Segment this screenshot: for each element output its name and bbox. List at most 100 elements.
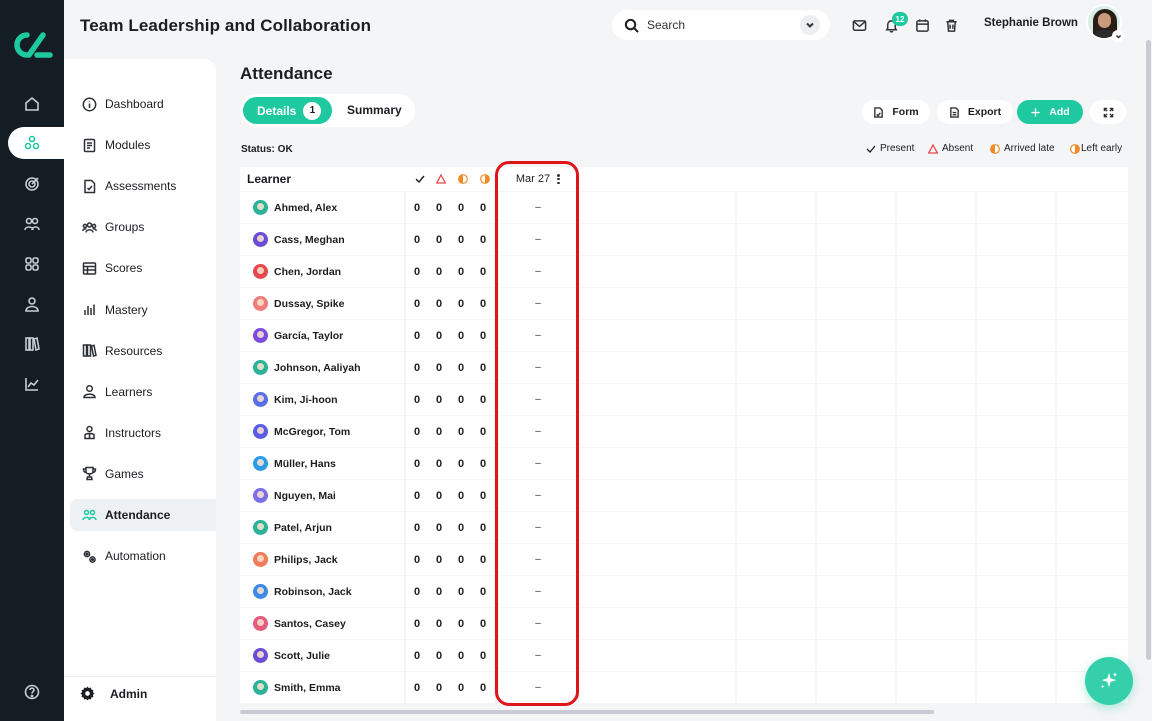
search-bar[interactable] (612, 10, 830, 40)
sidebar-item-groups[interactable]: Groups (70, 211, 216, 243)
help-icon[interactable] (20, 680, 44, 704)
table-row[interactable]: Scott, Julie 0 0 0 0– (240, 640, 1128, 672)
horizontal-scrollbar[interactable] (240, 710, 934, 714)
avatar (253, 552, 268, 567)
sidebar-item-games[interactable]: Games (70, 458, 216, 490)
rail-item-courses[interactable] (8, 127, 68, 159)
table-row[interactable]: Johnson, Aaliyah 0 0 0 0– (240, 352, 1128, 384)
attendance-cell-mar-27[interactable]: – (499, 672, 577, 703)
attendance-cell-mar-27[interactable]: – (499, 480, 577, 511)
form-button[interactable]: Form (862, 100, 930, 124)
more-vertical-icon[interactable] (557, 174, 560, 184)
vertical-scrollbar[interactable] (1146, 40, 1151, 660)
learner-cell[interactable]: Cass, Meghan (240, 224, 404, 255)
learner-cell[interactable]: Johnson, Aaliyah (240, 352, 404, 383)
attendance-cell-empty (579, 352, 657, 383)
table-row[interactable]: Patel, Arjun 0 0 0 0– (240, 512, 1128, 544)
fullscreen-button[interactable] (1090, 100, 1126, 124)
attendance-cell-mar-27[interactable]: – (499, 256, 577, 287)
user-icon[interactable] (20, 292, 44, 316)
tab-summary[interactable]: Summary (347, 103, 402, 117)
attendance-cell-mar-27[interactable]: – (499, 384, 577, 415)
sidebar-item-scores[interactable]: Scores (70, 252, 216, 284)
learner-cell[interactable]: Kim, Ji-hoon (240, 384, 404, 415)
user-name[interactable]: Stephanie Brown (984, 17, 1078, 29)
attendance-cell-mar-27[interactable]: – (499, 352, 577, 383)
attendance-cell-mar-27[interactable]: – (499, 416, 577, 447)
sidebar-item-learners[interactable]: Learners (70, 376, 216, 408)
attendance-cell-mar-27[interactable]: – (499, 224, 577, 255)
attendance-cell-mar-27[interactable]: – (499, 192, 577, 223)
table-row[interactable]: Santos, Casey 0 0 0 0– (240, 608, 1128, 640)
sidebar-item-resources[interactable]: Resources (70, 335, 216, 367)
attendance-cell-mar-27[interactable]: – (499, 512, 577, 543)
users-icon[interactable] (20, 212, 44, 236)
table-row[interactable]: Cass, Meghan 0 0 0 0– (240, 224, 1128, 256)
table-row[interactable]: Chen, Jordan 0 0 0 0– (240, 256, 1128, 288)
table-row[interactable]: Kim, Ji-hoon 0 0 0 0– (240, 384, 1128, 416)
calendar-icon[interactable] (913, 16, 931, 34)
table-row[interactable]: Nguyen, Mai 0 0 0 0– (240, 480, 1128, 512)
library-icon[interactable] (20, 332, 44, 356)
table-row[interactable]: Philips, Jack 0 0 0 0– (240, 544, 1128, 576)
table-row[interactable]: García, Taylor 0 0 0 0– (240, 320, 1128, 352)
table-row[interactable]: Müller, Hans 0 0 0 0– (240, 448, 1128, 480)
attendance-cell-mar-27[interactable]: – (499, 640, 577, 671)
search-input[interactable] (647, 18, 797, 32)
early-count: 0 (472, 480, 494, 511)
attendance-cell-mar-27[interactable]: – (499, 448, 577, 479)
learner-column-header[interactable]: Learner (247, 172, 291, 186)
attendance-cell-mar-27[interactable]: – (499, 544, 577, 575)
attendance-cell-mar-27[interactable]: – (499, 576, 577, 607)
attendance-cell-empty (817, 576, 895, 607)
learner-cell[interactable]: Chen, Jordan (240, 256, 404, 287)
learner-cell[interactable]: Philips, Jack (240, 544, 404, 575)
sidebar-item-automation[interactable]: Automation (70, 540, 216, 572)
date-column-header[interactable]: Mar 27 (499, 167, 577, 191)
trash-icon[interactable] (942, 16, 960, 34)
sidebar-item-modules[interactable]: Modules (70, 129, 216, 161)
learner-cell[interactable]: Patel, Arjun (240, 512, 404, 543)
table-row[interactable]: Ahmed, Alex 0 0 0 0– (240, 192, 1128, 224)
target-icon[interactable] (20, 172, 44, 196)
app-logo-icon[interactable] (10, 30, 54, 60)
table-row[interactable]: McGregor, Tom 0 0 0 0– (240, 416, 1128, 448)
export-button[interactable]: Export (937, 100, 1013, 124)
learner-cell[interactable]: Ahmed, Alex (240, 192, 404, 223)
attendance-cell-mar-27[interactable]: – (499, 608, 577, 639)
attendance-cell-mar-27[interactable]: – (499, 288, 577, 319)
learner-cell[interactable]: Nguyen, Mai (240, 480, 404, 511)
tab-details[interactable]: Details 1 (243, 97, 332, 124)
sidebar-item-mastery[interactable]: Mastery (70, 294, 216, 326)
home-icon[interactable] (20, 92, 44, 116)
search-scope-dropdown[interactable] (800, 15, 820, 35)
learner-cell[interactable]: Dussay, Spike (240, 288, 404, 319)
learner-cell[interactable]: Santos, Casey (240, 608, 404, 639)
learner-cell[interactable]: García, Taylor (240, 320, 404, 351)
sidebar-item-dashboard[interactable]: Dashboard (70, 88, 216, 120)
attendance-cell-empty (977, 384, 1055, 415)
attendance-cell-empty (817, 320, 895, 351)
admin-button[interactable]: Admin (80, 686, 147, 701)
add-button[interactable]: Add (1017, 100, 1083, 124)
learner-cell[interactable]: Smith, Emma (240, 672, 404, 703)
learner-cell[interactable]: McGregor, Tom (240, 416, 404, 447)
learner-cell[interactable]: Müller, Hans (240, 448, 404, 479)
status-text: Status: OK (241, 144, 293, 155)
learner-cell[interactable]: Robinson, Jack (240, 576, 404, 607)
learner-cell[interactable]: Scott, Julie (240, 640, 404, 671)
table-row[interactable]: Robinson, Jack 0 0 0 0– (240, 576, 1128, 608)
attendance-cell-mar-27[interactable]: – (499, 320, 577, 351)
table-row[interactable]: Smith, Emma 0 0 0 0– (240, 672, 1128, 704)
sidebar-item-assessments[interactable]: Assessments (70, 170, 216, 202)
mail-icon[interactable] (850, 16, 868, 34)
analytics-icon[interactable] (20, 372, 44, 396)
attendance-cell-empty (657, 544, 735, 575)
chevron-down-icon[interactable] (1112, 30, 1124, 42)
ai-assistant-button[interactable] (1085, 657, 1133, 705)
table-row[interactable]: Dussay, Spike 0 0 0 0– (240, 288, 1128, 320)
grid-icon[interactable] (20, 252, 44, 276)
sidebar-item-attendance[interactable]: Attendance (70, 499, 216, 531)
sidebar-item-instructors[interactable]: Instructors (70, 417, 216, 449)
attendance-cell-empty (977, 640, 1055, 671)
